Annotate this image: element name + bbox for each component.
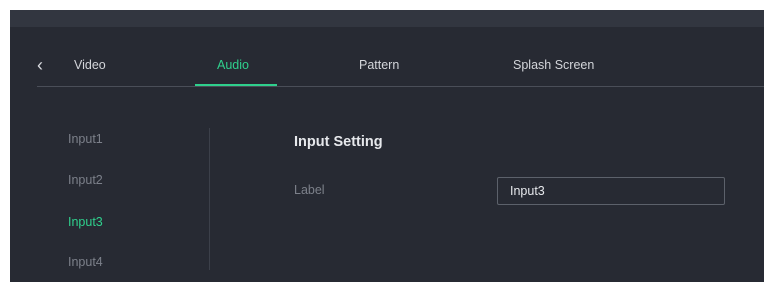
tab-pattern[interactable]: Pattern (359, 58, 399, 72)
sidebar-item-input1[interactable]: Input1 (68, 132, 103, 146)
sidebar-item-input2[interactable]: Input2 (68, 173, 103, 187)
sidebar-divider (209, 128, 210, 270)
tab-splash-screen[interactable]: Splash Screen (513, 58, 594, 72)
app-frame: ‹ Video Audio Pattern Splash Screen Inpu… (10, 10, 764, 282)
section-title: Input Setting (294, 134, 383, 150)
active-tab-indicator (195, 84, 277, 86)
title-bar (10, 10, 764, 27)
tab-audio[interactable]: Audio (217, 58, 249, 72)
tab-bar: ‹ Video Audio Pattern Splash Screen (37, 46, 764, 87)
sidebar-item-input3[interactable]: Input3 (68, 215, 103, 229)
label-field-label: Label (294, 183, 325, 197)
tab-video[interactable]: Video (74, 58, 106, 72)
sidebar-item-input4[interactable]: Input4 (68, 255, 103, 269)
chevron-left-icon[interactable]: ‹ (37, 56, 55, 74)
label-input[interactable]: Input3 (497, 177, 725, 205)
